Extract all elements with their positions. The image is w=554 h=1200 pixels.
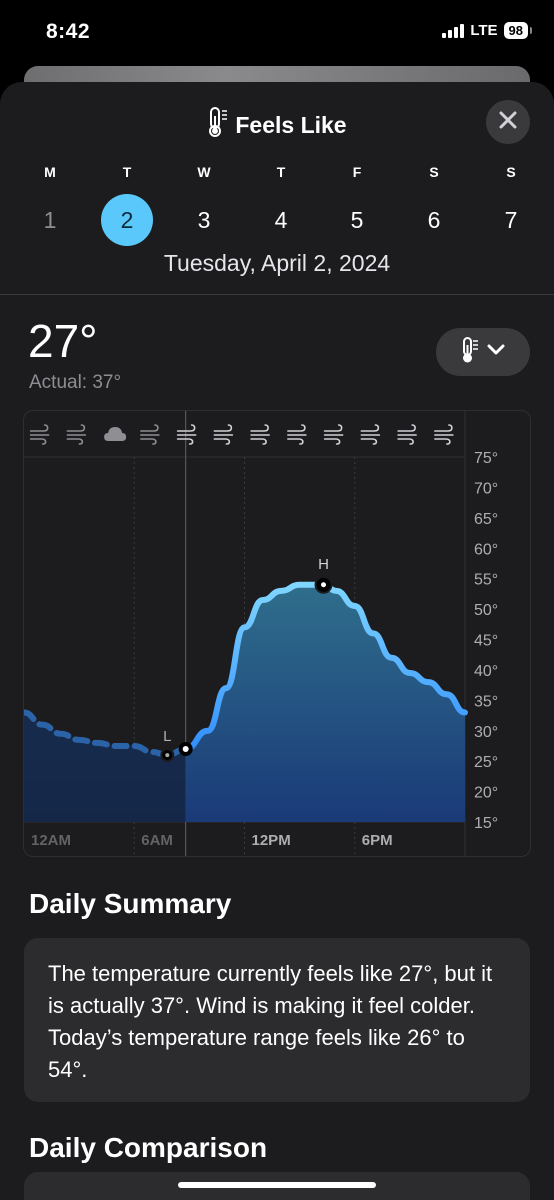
- metric-selector-button[interactable]: [436, 328, 530, 376]
- daily-summary-card: The temperature currently feels like 27°…: [24, 938, 530, 1102]
- network-type: LTE: [470, 22, 498, 39]
- day-3-button[interactable]: 3: [178, 194, 230, 246]
- daily-comparison-title: Daily Comparison: [29, 1132, 268, 1163]
- weekday-letter: S: [429, 164, 439, 180]
- weekday-letter: W: [197, 164, 211, 180]
- low-marker-dot: [165, 753, 170, 758]
- day-2-button[interactable]: 2: [101, 194, 153, 246]
- current-marker-dot: [182, 746, 189, 752]
- y-tick-label: 65°: [474, 511, 498, 528]
- sheet-header: Feels Like: [0, 82, 554, 162]
- sheet-title: Feels Like: [0, 106, 554, 144]
- close-button[interactable]: [486, 100, 530, 144]
- day-5-button[interactable]: 5: [331, 194, 383, 246]
- actual-temperature: Actual: 37°: [29, 372, 122, 393]
- x-tick-label: 6AM: [141, 832, 173, 849]
- y-tick-label: 45°: [474, 633, 498, 650]
- wind-icon: [250, 424, 270, 445]
- wind-icon: [213, 424, 234, 445]
- low-label: L: [163, 728, 171, 745]
- day-6-button[interactable]: 6: [408, 194, 460, 246]
- y-tick-label: 60°: [474, 541, 498, 558]
- status-bar: 8:42 LTE 98: [0, 0, 554, 66]
- daily-summary-text: The temperature currently feels like 27°…: [48, 961, 493, 1082]
- x-tick-label: 12PM: [252, 832, 291, 849]
- cloud-icon: [104, 427, 127, 441]
- x-tick-label: 12AM: [31, 832, 71, 849]
- high-marker-dot: [321, 582, 327, 588]
- y-tick-label: 40°: [474, 663, 498, 680]
- wind-icon: [66, 424, 87, 445]
- divider: [0, 294, 554, 295]
- y-tick-label: 20°: [474, 785, 498, 802]
- status-time: 8:42: [46, 20, 91, 43]
- wind-icon: [397, 424, 417, 445]
- y-tick-label: 55°: [474, 572, 498, 589]
- sheet-title-text: Feels Like: [235, 111, 347, 138]
- feels-like-chart[interactable]: L H 75° 70° 65° 60° 55° 50° 45° 40° 35° 30° 25° 20° 15…: [23, 410, 531, 857]
- y-tick-label: 70°: [474, 480, 498, 497]
- chart-svg: L H 75° 70° 65° 60° 55° 50° 45° 40° 35° 30° 25° 20° 15…: [24, 411, 498, 856]
- wind-icon: [287, 424, 307, 445]
- daily-summary-title: Daily Summary: [29, 888, 232, 919]
- chevron-down-icon: [487, 343, 505, 361]
- weekday-letter: T: [122, 164, 132, 180]
- close-icon: [499, 111, 517, 134]
- status-indicators: LTE 98: [442, 22, 533, 39]
- feels-like-sheet: Feels Like M 1 T 2 W 3 T 4 F 5 S 6 S 7 Tuesday, April…: [0, 82, 554, 1200]
- wind-icon: [360, 424, 381, 445]
- wind-icon: [140, 424, 160, 445]
- y-tick-label: 35°: [474, 693, 498, 710]
- wind-icon: [29, 424, 50, 445]
- thermometer-icon: [207, 106, 229, 144]
- current-feels-like: 27°: [28, 315, 98, 367]
- y-tick-label: 25°: [474, 754, 498, 771]
- date-label: Tuesday, April 2, 2024: [163, 250, 391, 276]
- day-1-button[interactable]: 1: [24, 194, 76, 246]
- y-tick-label: 50°: [474, 602, 498, 619]
- weekday-letter: T: [276, 164, 286, 180]
- wind-icon: [434, 424, 454, 445]
- weekday-letter: M: [44, 164, 56, 180]
- wind-icon: [323, 424, 344, 445]
- weekday-letter: F: [352, 164, 362, 180]
- weekday-letter: S: [506, 164, 516, 180]
- home-indicator[interactable]: [178, 1182, 376, 1188]
- day-7-button[interactable]: 7: [485, 194, 537, 246]
- high-label: H: [318, 556, 329, 573]
- wind-icon: [176, 424, 197, 445]
- signal-icon: [442, 23, 465, 38]
- y-tick-label: 15°: [474, 815, 498, 832]
- day-4-button[interactable]: 4: [255, 194, 307, 246]
- thermometer-icon: [461, 336, 479, 369]
- y-tick-label: 75°: [474, 450, 498, 467]
- battery-icon: 98: [503, 22, 533, 39]
- x-tick-label: 6PM: [362, 832, 393, 849]
- y-tick-label: 30°: [474, 724, 498, 741]
